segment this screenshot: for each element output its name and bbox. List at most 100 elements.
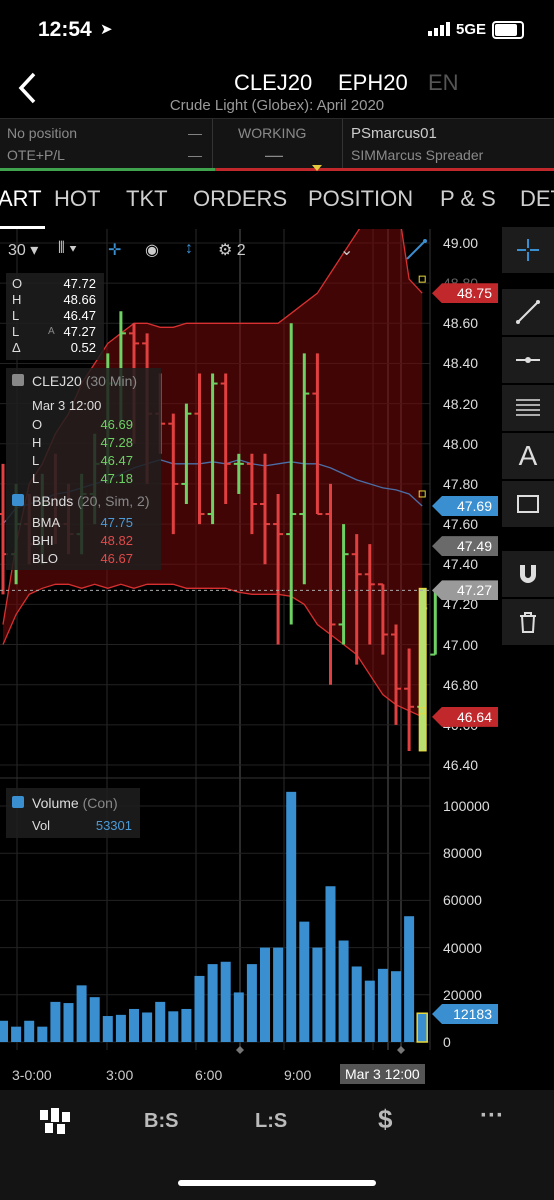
ohlc-value: 46.47: [63, 308, 96, 323]
nav-account[interactable]: $: [378, 1104, 392, 1135]
volume-label: Vol: [32, 818, 51, 833]
study-value: 46.47: [100, 453, 133, 468]
ohlc-value: 47.72: [63, 276, 96, 291]
series-color-swatch: [12, 374, 24, 386]
visibility-icon[interactable]: ◉: [145, 240, 159, 260]
bbands-color-swatch: [12, 494, 24, 506]
nav-buy-sell[interactable]: B:S: [144, 1110, 178, 1133]
selected-bar: [418, 587, 427, 752]
tab-orders[interactable]: ORDERS: [193, 186, 287, 212]
price-tag: 46.64: [432, 706, 498, 727]
position-info-row[interactable]: No position OTE+P/L — — WORKING — PSmarc…: [0, 118, 554, 171]
bbands-params: (20, Sim, 2): [77, 493, 150, 509]
volume-axis-label: 80000: [443, 845, 482, 862]
bbands-value: 47.75: [100, 515, 133, 530]
tab-tkt[interactable]: TKT: [126, 186, 168, 212]
volume-bar: [76, 985, 87, 1042]
pnl-value: —: [188, 147, 202, 163]
price-axis-label: 48.00: [443, 435, 479, 452]
time-label: 3-0:00: [12, 1067, 52, 1083]
price-axis-label: 48.40: [443, 355, 479, 372]
tab-chart[interactable]: ART: [0, 186, 42, 212]
nav-leg-spread[interactable]: L:S: [255, 1110, 287, 1133]
symbol-tab-clej20[interactable]: CLEJ20: [234, 70, 312, 96]
study-panel: CLEJ20 (30 Min) Mar 3 12:00 O H L L 46.6…: [6, 368, 161, 570]
trash-icon[interactable]: [502, 599, 554, 645]
draw-line-icon[interactable]: [404, 238, 428, 262]
time-label: 9:00: [284, 1067, 312, 1083]
price-tag: 48.75: [432, 283, 498, 304]
bar-style-icon: ⫴: [58, 240, 65, 257]
volume-bar: [391, 971, 401, 1042]
tab-p-and-s[interactable]: P & S: [440, 186, 496, 212]
tab-hot[interactable]: HOT: [54, 186, 100, 212]
interval-selector[interactable]: 30 ▾: [8, 240, 38, 260]
price-tag: 47.27: [432, 580, 498, 601]
volume-axis-label: 20000: [443, 986, 482, 1003]
volume-axis-label: 100000: [443, 798, 490, 814]
divider: [212, 119, 213, 171]
chart-nav-icon[interactable]: [38, 1106, 72, 1142]
price-axis-label: 47.80: [443, 475, 479, 492]
volume-title: Volume (Con): [32, 795, 118, 811]
volume-bar: [260, 947, 270, 1042]
volume-bar: [102, 1016, 113, 1042]
vertical-scale-icon[interactable]: ↕: [185, 240, 193, 258]
crosshair-icon[interactable]: ✛: [108, 240, 121, 260]
volume-bar: [142, 1012, 153, 1042]
volume-bar: [115, 1014, 126, 1042]
crosshair-tool-icon[interactable]: [502, 227, 554, 273]
symbol-tab-eph20[interactable]: EPH20: [338, 70, 408, 96]
volume-bar: [273, 947, 284, 1042]
symbol-tab-en[interactable]: EN: [428, 70, 459, 96]
volume-bar: [24, 1020, 35, 1042]
bbands-value: 48.82: [100, 533, 133, 548]
volume-bar: [63, 1003, 74, 1042]
account-id: PSmarcus01: [351, 125, 437, 142]
volume-bar: [351, 966, 362, 1042]
rectangle-tool-icon[interactable]: [502, 481, 554, 527]
tab-details[interactable]: DET: [520, 186, 554, 212]
tab-position[interactable]: POSITION: [308, 186, 413, 212]
last-marker: A: [48, 326, 55, 337]
horizontal-line-tool-icon[interactable]: [502, 337, 554, 383]
chart-style-selector[interactable]: ⫴ ▾: [58, 240, 77, 258]
volume-bar: [168, 1011, 179, 1042]
magnet-icon[interactable]: [502, 551, 554, 597]
bbands-name: BBnds: [32, 493, 74, 509]
volume-bar: [37, 1026, 48, 1042]
volume-bar: [404, 916, 415, 1042]
volume-bar: [129, 1008, 139, 1042]
volume-bar: [299, 921, 310, 1042]
trendline-tool-icon[interactable]: [502, 289, 554, 335]
gear-icon: ⚙: [218, 242, 233, 259]
volume-bar: [50, 1001, 61, 1042]
volume-value: 53301: [95, 818, 132, 833]
volume-axis-label: 40000: [443, 939, 482, 956]
ohlc-label: L: [12, 324, 20, 339]
volume-bar: [325, 886, 336, 1042]
fibonacci-tool-icon[interactable]: [502, 385, 554, 431]
price-axis-label: 47.40: [443, 556, 479, 573]
battery-icon: [492, 21, 524, 39]
divider: [342, 119, 343, 171]
study-title: CLEJ20 (30 Min): [32, 373, 137, 389]
volume-bar: [338, 940, 349, 1042]
studies-button[interactable]: ⚙ 2: [218, 240, 246, 260]
price-axis-label: 49.00: [443, 235, 479, 251]
session-marker: [236, 1046, 244, 1054]
volume-bar: [364, 980, 375, 1042]
volume-type: (Con): [82, 795, 118, 811]
price-axis-label: 47.60: [443, 516, 479, 533]
ohlc-label: O: [12, 276, 23, 291]
working-label: WORKING: [238, 125, 307, 141]
price-axis-label: 48.60: [443, 315, 479, 332]
working-marker: [312, 165, 322, 171]
time-label: 6:00: [195, 1067, 223, 1083]
nav-more[interactable]: ···: [480, 1102, 504, 1130]
text-tool-icon[interactable]: A: [502, 433, 554, 479]
study-label: L: [32, 453, 40, 468]
chevron-down-icon[interactable]: ⌄: [340, 240, 353, 260]
interval-value: 30: [8, 242, 26, 259]
volume-bar: [207, 964, 218, 1042]
